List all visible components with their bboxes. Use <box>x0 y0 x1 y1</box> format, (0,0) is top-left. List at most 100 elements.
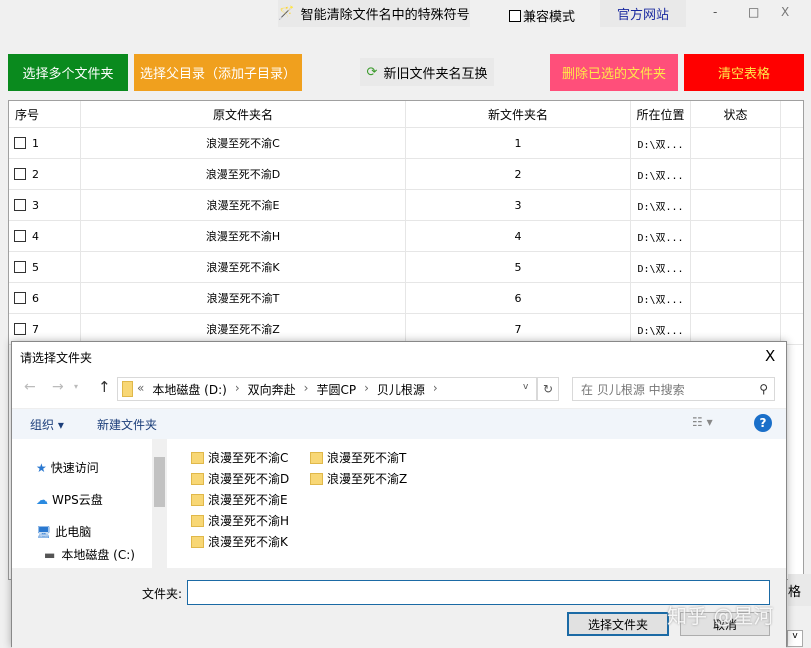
magic-wand-icon: 🪄 <box>278 6 295 21</box>
select-folder-button[interactable]: 选择文件夹 <box>567 612 669 636</box>
status-cell <box>691 314 781 344</box>
view-options-icon[interactable]: ☷ ▾ <box>692 415 713 429</box>
minimize-button[interactable]: - <box>713 5 717 19</box>
row-checkbox[interactable] <box>14 168 26 180</box>
breadcrumb-item[interactable]: 芋圆CP <box>316 381 356 398</box>
new-name-cell[interactable]: 4 <box>406 221 631 251</box>
star-icon: ★ <box>36 460 47 475</box>
folder-item[interactable]: 浪漫至死不渝T <box>310 449 406 466</box>
dropdown-chevron-icon[interactable]: v <box>787 630 803 647</box>
forward-arrow-icon[interactable]: → <box>52 379 64 395</box>
folder-item[interactable]: 浪漫至死不渝Z <box>310 470 407 487</box>
website-button[interactable]: 官方网站 <box>600 0 686 27</box>
breadcrumb-separator[interactable]: › <box>235 381 240 398</box>
folder-icon <box>191 514 204 527</box>
folder-item[interactable]: 浪漫至死不渝D <box>191 470 289 487</box>
location-cell: D:\双... <box>631 190 691 220</box>
swap-names-button[interactable]: ⟳ 新旧文件夹名互换 <box>360 58 494 86</box>
table-row[interactable]: 2 浪漫至死不渝D 2 D:\双... <box>9 159 803 190</box>
new-name-cell[interactable]: 7 <box>406 314 631 344</box>
search-input[interactable]: 在 贝儿根源 中搜索 ⚲ <box>572 377 775 401</box>
row-checkbox[interactable] <box>14 230 26 242</box>
close-button[interactable]: X <box>781 5 789 19</box>
new-name-cell[interactable]: 3 <box>406 190 631 220</box>
status-cell <box>691 283 781 313</box>
status-cell <box>691 252 781 282</box>
breadcrumb-separator[interactable]: › <box>304 381 309 398</box>
compat-mode-checkbox[interactable]: 兼容模式 <box>509 6 575 25</box>
new-name-cell[interactable]: 1 <box>406 128 631 158</box>
folder-icon <box>191 451 204 464</box>
nav-quick-access[interactable]: ★ 快速访问 <box>36 459 99 476</box>
new-folder-button[interactable]: 新建文件夹 <box>97 416 157 433</box>
row-checkbox[interactable] <box>14 137 26 149</box>
refresh-icon[interactable]: ↻ <box>537 377 559 401</box>
table-row[interactable]: 4 浪漫至死不渝H 4 D:\双... <box>9 221 803 252</box>
navigation-pane: ★ 快速访问 ☁ WPS云盘 🖥 此电脑 ▬ 本地磁盘 (C:) <box>12 439 167 568</box>
row-checkbox[interactable] <box>14 292 26 304</box>
address-bar[interactable]: « 本地磁盘 (D:) › 双向奔赴 › 芋圆CP › 贝儿根源 › v <box>117 377 537 401</box>
nav-this-pc[interactable]: 🖥 此电脑 <box>36 523 91 540</box>
index-cell: 4 <box>9 221 81 251</box>
dialog-title: 请选择文件夹 <box>20 351 93 365</box>
nav-local-disk-c[interactable]: ▬ 本地磁盘 (C:) <box>44 546 135 563</box>
location-cell: D:\双... <box>631 221 691 251</box>
header-location: 所在位置 <box>631 101 691 127</box>
search-icon: ⚲ <box>759 382 768 396</box>
organize-menu[interactable]: 组织 ▾ <box>30 416 64 433</box>
nav-wps-cloud[interactable]: ☁ WPS云盘 <box>36 491 103 508</box>
row-checkbox[interactable] <box>14 323 26 335</box>
clean-special-chars-button[interactable]: 🪄 智能清除文件名中的特殊符号 <box>278 0 470 27</box>
orig-name-cell: 浪漫至死不渝T <box>81 283 406 313</box>
dialog-close-button[interactable]: X <box>765 347 775 365</box>
folder-item[interactable]: 浪漫至死不渝K <box>191 533 288 550</box>
breadcrumb-item[interactable]: 贝儿根源 <box>377 381 425 398</box>
up-arrow-icon[interactable]: ↑ <box>98 378 111 396</box>
folder-icon <box>191 472 204 485</box>
table-row[interactable]: 1 浪漫至死不渝C 1 D:\双... <box>9 128 803 159</box>
help-icon[interactable]: ? <box>754 414 772 432</box>
index-cell: 7 <box>9 314 81 344</box>
row-checkbox[interactable] <box>14 199 26 211</box>
header-index: 序号 <box>9 101 81 127</box>
recent-chevron-icon[interactable]: ▾ <box>74 382 78 391</box>
location-cell: D:\双... <box>631 252 691 282</box>
back-arrow-icon[interactable]: ← <box>24 379 36 395</box>
computer-icon: 🖥 <box>36 524 52 539</box>
maximize-button[interactable]: □ <box>748 5 759 19</box>
folder-item[interactable]: 浪漫至死不渝C <box>191 449 288 466</box>
clear-table-button[interactable]: 清空表格 <box>684 54 804 91</box>
breadcrumb-separator[interactable]: › <box>433 381 438 398</box>
cloud-icon: ☁ <box>36 492 48 507</box>
delete-selected-button[interactable]: 删除已选的文件夹 <box>550 54 678 91</box>
header-status: 状态 <box>691 101 781 127</box>
folder-item[interactable]: 浪漫至死不渝E <box>191 491 288 508</box>
breadcrumb-separator[interactable]: › <box>364 381 369 398</box>
nav-scrollbar[interactable] <box>152 439 167 568</box>
location-cell: D:\双... <box>631 283 691 313</box>
refresh-icon: ⟳ <box>366 64 378 80</box>
status-cell <box>691 221 781 251</box>
status-cell <box>691 128 781 158</box>
table-row[interactable]: 5 浪漫至死不渝K 5 D:\双... <box>9 252 803 283</box>
new-name-cell[interactable]: 5 <box>406 252 631 282</box>
clear-table-button-partial: 格 <box>788 574 811 606</box>
select-multiple-folders-button[interactable]: 选择多个文件夹 <box>8 54 128 91</box>
folder-icon <box>191 493 204 506</box>
folder-icon <box>310 472 323 485</box>
breadcrumb-item[interactable]: 双向奔赴 <box>248 381 296 398</box>
select-parent-dir-button[interactable]: 选择父目录（添加子目录） <box>134 54 302 91</box>
location-cell: D:\双... <box>631 314 691 344</box>
table-header: 序号 原文件夹名 新文件夹名 所在位置 状态 <box>9 101 803 128</box>
address-dropdown-icon[interactable]: v <box>523 382 528 392</box>
table-row[interactable]: 3 浪漫至死不渝E 3 D:\双... <box>9 190 803 221</box>
row-checkbox[interactable] <box>14 261 26 273</box>
table-row[interactable]: 6 浪漫至死不渝T 6 D:\双... <box>9 283 803 314</box>
index-cell: 2 <box>9 159 81 189</box>
status-cell <box>691 159 781 189</box>
breadcrumb-item[interactable]: 本地磁盘 (D:) <box>152 381 226 398</box>
new-name-cell[interactable]: 2 <box>406 159 631 189</box>
folder-item[interactable]: 浪漫至死不渝H <box>191 512 289 529</box>
new-name-cell[interactable]: 6 <box>406 283 631 313</box>
breadcrumb-separator[interactable]: « <box>137 381 144 398</box>
